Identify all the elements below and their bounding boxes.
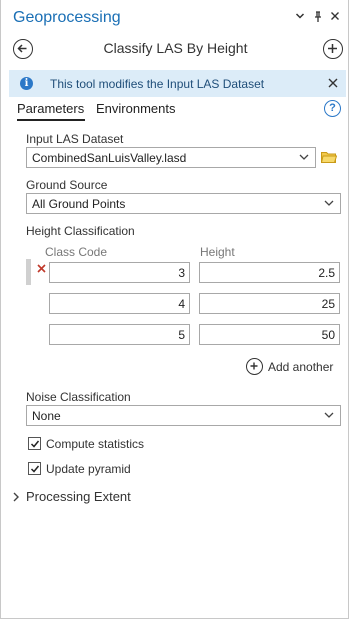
ground-source-value: All Ground Points [32,197,126,211]
class-code-value: 4 [178,297,185,311]
height-classification-label: Height Classification [26,224,135,238]
geoprocessing-pane: Geoprocessing Classify LAS By Height i T… [0,0,349,619]
chevron-down-icon [324,408,334,422]
class-code-column-header: Class Code [45,245,108,259]
class-code-value: 5 [178,328,185,342]
tool-name: Classify LAS By Height [103,40,248,56]
update-pyramid-checkbox[interactable] [28,462,41,475]
input-las-dropdown[interactable]: CombinedSanLuisValley.lasd [26,147,316,168]
noise-classification-dropdown[interactable]: None [26,405,341,426]
add-another-button[interactable]: Add another [246,358,341,376]
ground-source-label: Ground Source [26,178,108,192]
class-code-input[interactable]: 3 [49,262,190,283]
height-column-header: Height [200,245,235,259]
chevron-down-icon[interactable] [293,11,307,25]
pin-icon[interactable] [311,11,325,25]
height-value: 25 [321,297,335,311]
active-tab-indicator [17,119,85,121]
input-las-label: Input LAS Dataset [26,132,124,146]
row-drag-handle[interactable] [26,259,31,285]
processing-extent-expander[interactable]: Processing Extent [12,488,162,506]
update-pyramid-label: Update pyramid [46,462,131,476]
height-value: 2.5 [318,266,335,280]
tool-header: Classify LAS By Height [1,36,349,62]
info-message: This tool modifies the Input LAS Dataset [50,77,265,91]
help-icon[interactable]: ? [324,100,341,117]
class-code-value: 3 [178,266,185,280]
pane-titlebar: Geoprocessing [1,0,349,34]
info-icon: i [20,77,33,90]
chevron-down-icon [324,196,334,210]
delete-x-icon[interactable] [37,262,46,276]
class-code-input[interactable]: 4 [49,293,190,314]
plus-circle-icon[interactable] [323,39,343,59]
info-message-bar: i This tool modifies the Input LAS Datas… [9,70,346,97]
tab-parameters[interactable]: Parameters [17,101,84,116]
noise-classification-value: None [32,409,61,423]
noise-classification-label: Noise Classification [26,390,131,404]
folder-icon[interactable] [320,151,338,163]
height-input[interactable]: 2.5 [199,262,340,283]
close-icon[interactable] [324,74,342,92]
pane-title: Geoprocessing [13,9,121,26]
close-icon[interactable] [328,11,342,25]
processing-extent-label: Processing Extent [26,489,131,504]
chevron-right-icon [12,491,20,505]
compute-statistics-label: Compute statistics [46,437,145,451]
class-code-input[interactable]: 5 [49,324,190,345]
tab-environments[interactable]: Environments [96,101,175,116]
height-input[interactable]: 25 [199,293,340,314]
height-input[interactable]: 50 [199,324,340,345]
compute-statistics-checkbox[interactable] [28,437,41,450]
add-another-label: Add another [268,360,334,374]
height-value: 50 [321,328,335,342]
chevron-down-icon [299,150,309,164]
input-las-value: CombinedSanLuisValley.lasd [32,151,187,165]
plus-circle-icon [246,358,263,375]
ground-source-dropdown[interactable]: All Ground Points [26,193,341,214]
